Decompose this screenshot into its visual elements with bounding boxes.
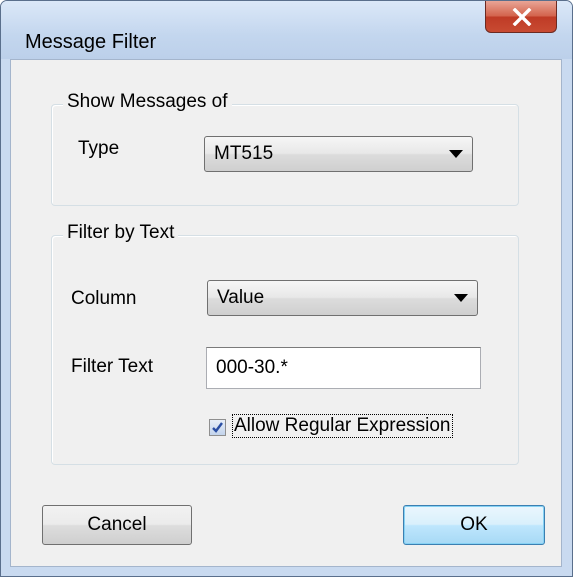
filter-by-text-legend: Filter by Text (63, 222, 179, 244)
window-title: Message Filter (25, 31, 157, 53)
filter-text-label: Filter Text (71, 356, 154, 377)
column-dropdown[interactable]: Value (207, 280, 478, 316)
message-filter-dialog: Message Filter Show Messages of Type MT5… (0, 0, 573, 577)
ok-button[interactable]: OK (403, 505, 545, 545)
allow-regex-label[interactable]: Allow Regular Expression (232, 414, 453, 438)
close-button[interactable] (485, 1, 557, 33)
close-x-icon (512, 8, 532, 26)
cancel-button[interactable]: Cancel (42, 505, 192, 545)
allow-regex-checkbox[interactable] (209, 419, 226, 436)
type-label: Type (78, 138, 120, 159)
type-dropdown-value: MT515 (214, 143, 274, 164)
dialog-client-area: Show Messages of Type MT515 Filter by Te… (10, 59, 562, 567)
title-bar[interactable]: Message Filter (1, 1, 572, 59)
chevron-down-icon (449, 150, 463, 158)
filter-text-input[interactable]: 000-30.* (206, 347, 481, 389)
filter-text-value: 000-30.* (216, 357, 288, 378)
type-dropdown[interactable]: MT515 (204, 136, 473, 172)
column-label: Column (71, 288, 137, 309)
checkmark-icon (212, 422, 223, 433)
show-messages-legend: Show Messages of (63, 91, 232, 113)
column-dropdown-value: Value (217, 287, 265, 308)
chevron-down-icon (454, 294, 468, 302)
